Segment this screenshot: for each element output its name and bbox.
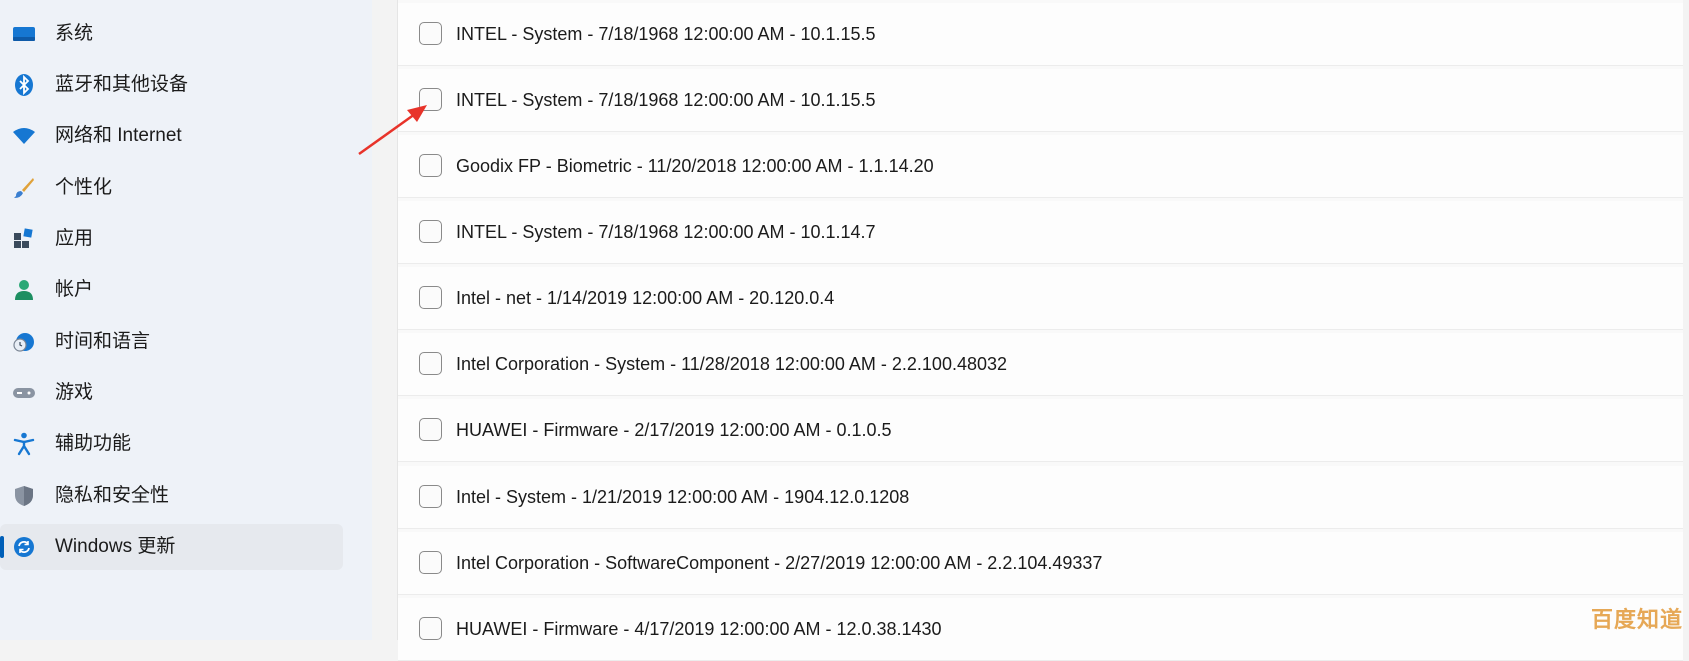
- list-item[interactable]: Intel Corporation - SoftwareComponent - …: [398, 532, 1683, 595]
- sidebar-item-network[interactable]: 网络和 Internet: [0, 113, 343, 159]
- sidebar-item-label: 辅助功能: [55, 433, 132, 454]
- update-checkbox[interactable]: [419, 286, 442, 309]
- watermark-logo: 百度知道: [1590, 608, 1683, 633]
- update-label: Intel - System - 1/21/2019 12:00:00 AM -…: [456, 487, 910, 507]
- sidebar-item-accounts[interactable]: 帐户: [0, 267, 343, 313]
- sidebar-item-label: 系统: [55, 23, 94, 44]
- update-label: Intel Corporation - SoftwareComponent - …: [456, 553, 1103, 573]
- list-item[interactable]: Intel Corporation - System - 11/28/2018 …: [398, 333, 1683, 396]
- sidebar-item-windows-update[interactable]: Windows 更新: [0, 524, 343, 570]
- sidebar-item-apps[interactable]: 应用: [0, 216, 343, 262]
- update-checkbox[interactable]: [419, 617, 442, 640]
- update-checkbox[interactable]: [419, 352, 442, 375]
- list-item[interactable]: HUAWEI - Firmware - 4/17/2019 12:00:00 A…: [398, 598, 1683, 661]
- annotation-arrow-icon: [358, 105, 427, 156]
- list-item[interactable]: HUAWEI - Firmware - 2/17/2019 12:00:00 A…: [398, 399, 1683, 462]
- sidebar-item-label: 帐户: [55, 279, 94, 300]
- sidebar-item-bluetooth[interactable]: 蓝牙和其他设备: [0, 62, 343, 108]
- list-item[interactable]: Intel - net - 1/14/2019 12:00:00 AM - 20…: [398, 267, 1683, 330]
- shield-icon: [12, 484, 36, 508]
- update-checkbox[interactable]: [419, 485, 442, 508]
- settings-sidebar: 系统 蓝牙和其他设备 网络和 Internet 个性化 应用 帐户 时间和语言 …: [0, 0, 372, 640]
- sidebar-item-label: 隐私和安全性: [55, 485, 170, 506]
- sidebar-item-label: Windows 更新: [55, 536, 176, 557]
- sidebar-item-accessibility[interactable]: 辅助功能: [0, 421, 343, 467]
- update-checkbox[interactable]: [419, 551, 442, 574]
- sidebar-item-gaming[interactable]: 游戏: [0, 370, 343, 416]
- sidebar-item-label: 个性化: [55, 177, 113, 198]
- sidebar-item-label: 游戏: [55, 382, 94, 403]
- update-checkbox[interactable]: [419, 22, 442, 45]
- update-checkbox[interactable]: [419, 418, 442, 441]
- update-label: INTEL - System - 7/18/1968 12:00:00 AM -…: [456, 222, 876, 242]
- update-label: Intel - net - 1/14/2019 12:00:00 AM - 20…: [456, 288, 835, 308]
- sidebar-item-label: 应用: [55, 228, 94, 249]
- sync-icon: [12, 535, 36, 559]
- list-item[interactable]: Goodix FP - Biometric - 11/20/2018 12:00…: [398, 135, 1683, 198]
- sidebar-item-time-language[interactable]: 时间和语言: [0, 319, 343, 365]
- update-label: INTEL - System - 7/18/1968 12:00:00 AM -…: [456, 90, 876, 110]
- update-label: INTEL - System - 7/18/1968 12:00:00 AM -…: [456, 24, 876, 44]
- list-item[interactable]: INTEL - System - 7/18/1968 12:00:00 AM -…: [398, 69, 1683, 132]
- update-label: HUAWEI - Firmware - 2/17/2019 12:00:00 A…: [456, 420, 892, 440]
- active-indicator: [0, 536, 4, 558]
- sidebar-item-label: 网络和 Internet: [55, 125, 182, 146]
- sidebar-item-label: 蓝牙和其他设备: [55, 74, 189, 95]
- sidebar-item-personalization[interactable]: 个性化: [0, 165, 343, 211]
- sidebar-item-privacy[interactable]: 隐私和安全性: [0, 473, 343, 519]
- list-item[interactable]: INTEL - System - 7/18/1968 12:00:00 AM -…: [398, 3, 1683, 66]
- gamepad-icon: [12, 381, 36, 405]
- update-checkbox[interactable]: [419, 220, 442, 243]
- person-icon: [12, 278, 36, 302]
- apps-icon: [12, 227, 36, 251]
- wifi-icon: [12, 124, 36, 148]
- accessibility-icon: [12, 432, 36, 456]
- sidebar-item-label: 时间和语言: [55, 331, 151, 352]
- paintbrush-icon: [12, 176, 36, 200]
- list-item[interactable]: Intel - System - 1/21/2019 12:00:00 AM -…: [398, 466, 1683, 529]
- optional-updates-list: INTEL - System - 7/18/1968 12:00:00 AM -…: [397, 0, 1683, 661]
- list-item[interactable]: INTEL - System - 7/18/1968 12:00:00 AM -…: [398, 201, 1683, 264]
- sidebar-item-system[interactable]: 系统: [0, 11, 343, 57]
- update-label: HUAWEI - Firmware - 4/17/2019 12:00:00 A…: [456, 619, 942, 639]
- update-label: Goodix FP - Biometric - 11/20/2018 12:00…: [456, 156, 934, 176]
- update-label: Intel Corporation - System - 11/28/2018 …: [456, 354, 1008, 374]
- bluetooth-icon: [12, 73, 36, 97]
- monitor-icon: [12, 22, 36, 46]
- globe-clock-icon: [12, 330, 36, 354]
